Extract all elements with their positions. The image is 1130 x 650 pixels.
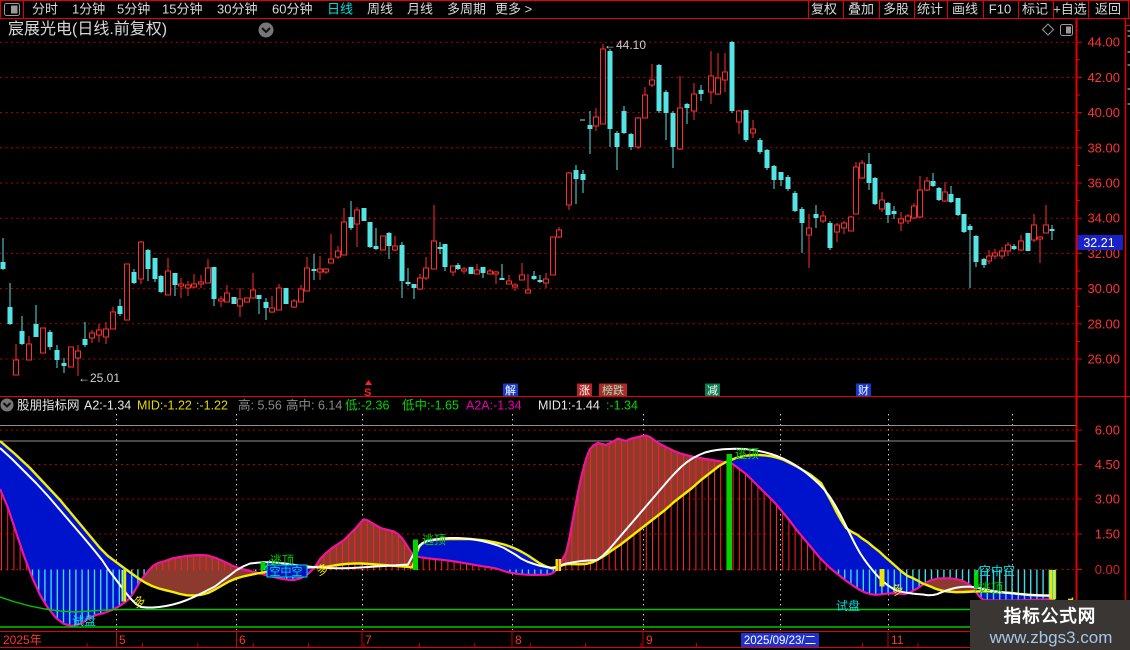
svg-text:MID:-1.22: MID:-1.22 xyxy=(137,399,192,413)
svg-text:28.00: 28.00 xyxy=(1087,316,1120,331)
svg-text:日线: 日线 xyxy=(327,2,353,17)
svg-text:←44.10: ←44.10 xyxy=(604,38,646,52)
svg-text:涨: 涨 xyxy=(579,384,590,397)
svg-text:1.50: 1.50 xyxy=(1095,527,1120,542)
svg-text:2025/09/23/二: 2025/09/23/二 xyxy=(744,635,816,647)
svg-text:60分钟: 60分钟 xyxy=(272,2,312,17)
svg-text:月线: 月线 xyxy=(407,2,433,17)
svg-text:统计: 统计 xyxy=(917,2,943,17)
svg-text:0.00: 0.00 xyxy=(1095,562,1120,577)
svg-text:36.00: 36.00 xyxy=(1087,176,1120,191)
svg-text:减: 减 xyxy=(707,384,718,397)
svg-text:4.50: 4.50 xyxy=(1095,457,1120,472)
svg-text:逃顶: 逃顶 xyxy=(422,533,446,547)
svg-text:更多 >: 更多 > xyxy=(495,2,532,17)
svg-text:F10: F10 xyxy=(989,2,1011,17)
svg-text:高: 5.56: 高: 5.56 xyxy=(238,398,282,413)
svg-text:44.00: 44.00 xyxy=(1087,35,1120,50)
svg-text:画线: 画线 xyxy=(952,2,978,17)
svg-text:6.00: 6.00 xyxy=(1095,423,1120,438)
svg-text:www.zbgs3.com: www.zbgs3.com xyxy=(989,628,1113,647)
svg-text:周线: 周线 xyxy=(367,2,393,17)
svg-text::-1.22: :-1.22 xyxy=(196,399,228,413)
svg-text:5分钟: 5分钟 xyxy=(117,2,150,17)
svg-text:11: 11 xyxy=(891,633,904,647)
svg-text:34.00: 34.00 xyxy=(1087,211,1120,226)
svg-text:低中:-1.65: 低中:-1.65 xyxy=(402,398,459,413)
svg-text:试盘: 试盘 xyxy=(72,613,96,628)
svg-text:15分钟: 15分钟 xyxy=(162,2,202,17)
svg-text:30.00: 30.00 xyxy=(1087,281,1120,296)
svg-text:指标公式网: 指标公式网 xyxy=(1004,606,1097,626)
svg-text:38.00: 38.00 xyxy=(1087,140,1120,155)
svg-text:8: 8 xyxy=(515,633,522,647)
svg-text:1分钟: 1分钟 xyxy=(72,2,105,17)
svg-text:股朋指标网: 股朋指标网 xyxy=(17,398,80,413)
svg-text:+自选: +自选 xyxy=(1053,2,1087,17)
svg-text:←25.01: ←25.01 xyxy=(78,371,120,385)
svg-text:榜跌: 榜跌 xyxy=(602,383,624,397)
svg-text:多周期: 多周期 xyxy=(447,2,486,17)
svg-text:40.00: 40.00 xyxy=(1087,105,1120,120)
svg-text:∕逃顶: ∕逃顶 xyxy=(974,581,1003,595)
svg-text:财: 财 xyxy=(858,383,869,397)
svg-text:S: S xyxy=(364,387,371,399)
svg-text:分时: 分时 xyxy=(32,2,58,17)
svg-text:30分钟: 30分钟 xyxy=(217,2,257,17)
svg-text:32.21: 32.21 xyxy=(1083,236,1114,250)
svg-text:2025年: 2025年 xyxy=(3,633,42,647)
svg-text:标记: 标记 xyxy=(1022,2,1048,17)
svg-text:∕空中空: ∕空中空 xyxy=(974,563,1015,578)
svg-text:26.00: 26.00 xyxy=(1087,352,1120,367)
svg-text:9: 9 xyxy=(646,633,653,647)
svg-text:A2A:-1.34: A2A:-1.34 xyxy=(466,399,522,413)
svg-text:空中空: 空中空 xyxy=(270,564,303,578)
svg-text:A2:-1.34: A2:-1.34 xyxy=(84,399,131,413)
svg-text:低:-2.36: 低:-2.36 xyxy=(345,399,390,413)
svg-text:5: 5 xyxy=(119,633,126,647)
svg-text:宸展光电(日线.前复权): 宸展光电(日线.前复权) xyxy=(8,20,167,38)
svg-text:逃顶: 逃顶 xyxy=(735,447,759,461)
svg-text:3.00: 3.00 xyxy=(1095,492,1120,507)
svg-text:解: 解 xyxy=(505,383,516,397)
svg-text::-1.34: :-1.34 xyxy=(606,399,638,413)
svg-text:7: 7 xyxy=(365,633,372,647)
svg-text:叠加: 叠加 xyxy=(848,2,874,17)
svg-text:6: 6 xyxy=(239,633,246,647)
svg-text:高中: 6.14: 高中: 6.14 xyxy=(286,398,342,413)
svg-text:多股: 多股 xyxy=(883,2,909,17)
svg-text:MID1:-1.44: MID1:-1.44 xyxy=(538,399,600,413)
svg-text:试盘: 试盘 xyxy=(836,598,860,613)
svg-text:42.00: 42.00 xyxy=(1087,70,1120,85)
svg-text:返回: 返回 xyxy=(1095,2,1121,17)
svg-text:复权: 复权 xyxy=(811,2,837,17)
